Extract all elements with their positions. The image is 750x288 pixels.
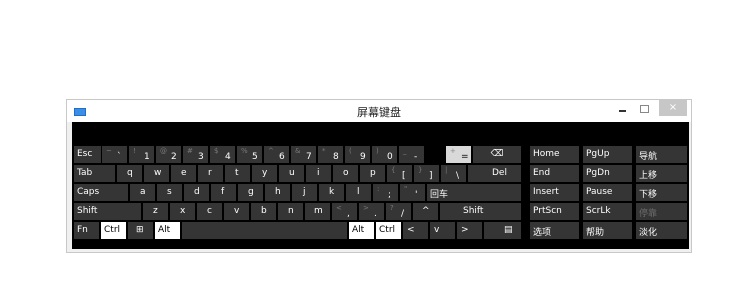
key-n[interactable]: n <box>278 203 303 220</box>
key-u[interactable]: u <box>279 165 304 182</box>
key-pgdn[interactable]: PgDn <box>583 165 632 182</box>
key-dock[interactable]: 停靠 <box>636 203 687 220</box>
key-options[interactable]: 选项 <box>530 222 579 239</box>
key-minus[interactable]: _ - <box>399 146 424 163</box>
key-insert[interactable]: Insert <box>530 184 579 201</box>
key-left-bracket[interactable]: {[ <box>387 165 412 182</box>
minimize-icon <box>618 110 626 112</box>
close-button[interactable]: × <box>659 100 687 116</box>
key-e[interactable]: e <box>171 165 196 182</box>
minimize-button[interactable] <box>616 100 628 118</box>
key-menu[interactable]: ▤ <box>484 222 521 239</box>
key-f[interactable]: f <box>211 184 236 201</box>
key-right-arrow[interactable]: > <box>457 222 482 239</box>
key-m[interactable]: m <box>305 203 330 220</box>
key-q[interactable]: q <box>117 165 142 182</box>
key-backtick[interactable]: ~ ` <box>102 146 127 163</box>
up-arrow-icon: ^ <box>422 206 430 216</box>
key-8[interactable]: * 8 <box>318 146 343 163</box>
key-alt-right[interactable]: Alt <box>349 222 374 239</box>
key-windows[interactable]: ⊞ <box>128 222 153 239</box>
key-shift-right[interactable]: Shift <box>440 203 521 220</box>
key-scrlk[interactable]: ScrLk <box>583 203 632 220</box>
key-0[interactable]: ) 0 <box>372 146 397 163</box>
key-2[interactable]: @2 <box>156 146 181 163</box>
maximize-button[interactable] <box>634 100 654 118</box>
title-bar[interactable]: 屏幕键盘 × <box>67 100 691 122</box>
key-ctrl-left[interactable]: Ctrl <box>101 222 126 239</box>
key-backslash[interactable]: | \ <box>441 165 466 182</box>
key-v[interactable]: v <box>224 203 249 220</box>
key-prtscn[interactable]: PrtScn <box>530 203 579 220</box>
key-fade[interactable]: 淡化 <box>636 222 687 239</box>
key-y[interactable]: y <box>252 165 277 182</box>
window-title: 屏幕键盘 <box>357 106 401 119</box>
key-comma[interactable]: <, <box>332 203 357 220</box>
menu-icon: ▤ <box>504 225 513 235</box>
key-g[interactable]: g <box>238 184 263 201</box>
key-backspace[interactable]: ⌫ <box>473 146 521 163</box>
key-help[interactable]: 帮助 <box>583 222 632 239</box>
key-home[interactable]: Home <box>530 146 579 163</box>
key-w[interactable]: w <box>144 165 169 182</box>
key-l[interactable]: l <box>346 184 371 201</box>
key-k[interactable]: k <box>319 184 344 201</box>
key-quote[interactable]: " ' <box>400 184 425 201</box>
maximize-icon <box>639 105 649 113</box>
key-ctrl-right[interactable]: Ctrl <box>376 222 401 239</box>
key-equals[interactable]: + = <box>446 146 471 163</box>
key-9[interactable]: (9 <box>345 146 370 163</box>
key-6[interactable]: ^ 6 <box>264 146 289 163</box>
key-7[interactable]: & 7 <box>291 146 316 163</box>
key-move-up[interactable]: 上移 <box>636 165 687 182</box>
key-s[interactable]: s <box>157 184 182 201</box>
key-caps[interactable]: Caps <box>74 184 128 201</box>
right-arrow-icon: > <box>461 225 469 235</box>
key-4[interactable]: $4 <box>210 146 235 163</box>
keyboard-area: Esc ~ ` ! 1 @2 #3 $4 % 5 ^ 6 & 7 * 8 (9 ) 0 _ - … <box>72 122 689 249</box>
key-slash[interactable]: ? / <box>386 203 411 220</box>
key-1[interactable]: ! 1 <box>129 146 154 163</box>
key-b[interactable]: b <box>251 203 276 220</box>
on-screen-keyboard-window: 屏幕键盘 × Esc ~ ` ! 1 @2 #3 $4 % 5 ^ 6 & 7 * 8 (9… <box>66 99 692 253</box>
key-a[interactable]: a <box>130 184 155 201</box>
key-move-down[interactable]: 下移 <box>636 184 687 201</box>
key-esc[interactable]: Esc <box>74 146 101 163</box>
key-tab[interactable]: Tab <box>74 165 115 182</box>
key-o[interactable]: o <box>333 165 358 182</box>
key-d[interactable]: d <box>184 184 209 201</box>
key-i[interactable]: i <box>306 165 331 182</box>
key-left-arrow[interactable]: < <box>403 222 428 239</box>
key-enter[interactable]: 回车 <box>427 184 521 201</box>
key-right-bracket[interactable]: }] <box>414 165 439 182</box>
key-t[interactable]: t <box>225 165 250 182</box>
key-h[interactable]: h <box>265 184 290 201</box>
windows-logo-icon: ⊞ <box>136 225 144 235</box>
backspace-icon: ⌫ <box>490 149 504 159</box>
key-z[interactable]: z <box>143 203 168 220</box>
key-space[interactable] <box>182 222 347 239</box>
key-pause[interactable]: Pause <box>583 184 632 201</box>
key-up-arrow[interactable]: ^ <box>413 203 438 220</box>
key-del[interactable]: Del <box>468 165 521 182</box>
key-fn[interactable]: Fn <box>74 222 99 239</box>
key-period[interactable]: >. <box>359 203 384 220</box>
key-nav[interactable]: 导航 <box>636 146 687 163</box>
key-semicolon[interactable]: :; <box>373 184 398 201</box>
close-icon: × <box>668 102 678 113</box>
key-alt-left[interactable]: Alt <box>155 222 180 239</box>
key-down-arrow[interactable]: v <box>430 222 455 239</box>
key-5[interactable]: % 5 <box>237 146 262 163</box>
key-x[interactable]: x <box>170 203 195 220</box>
key-pgup[interactable]: PgUp <box>583 146 632 163</box>
left-arrow-icon: < <box>407 225 415 235</box>
key-shift-left[interactable]: Shift <box>74 203 141 220</box>
key-c[interactable]: c <box>197 203 222 220</box>
key-r[interactable]: r <box>198 165 223 182</box>
key-end[interactable]: End <box>530 165 579 182</box>
key-j[interactable]: j <box>292 184 317 201</box>
down-arrow-icon: v <box>434 225 440 235</box>
key-3[interactable]: #3 <box>183 146 208 163</box>
key-p[interactable]: p <box>360 165 385 182</box>
